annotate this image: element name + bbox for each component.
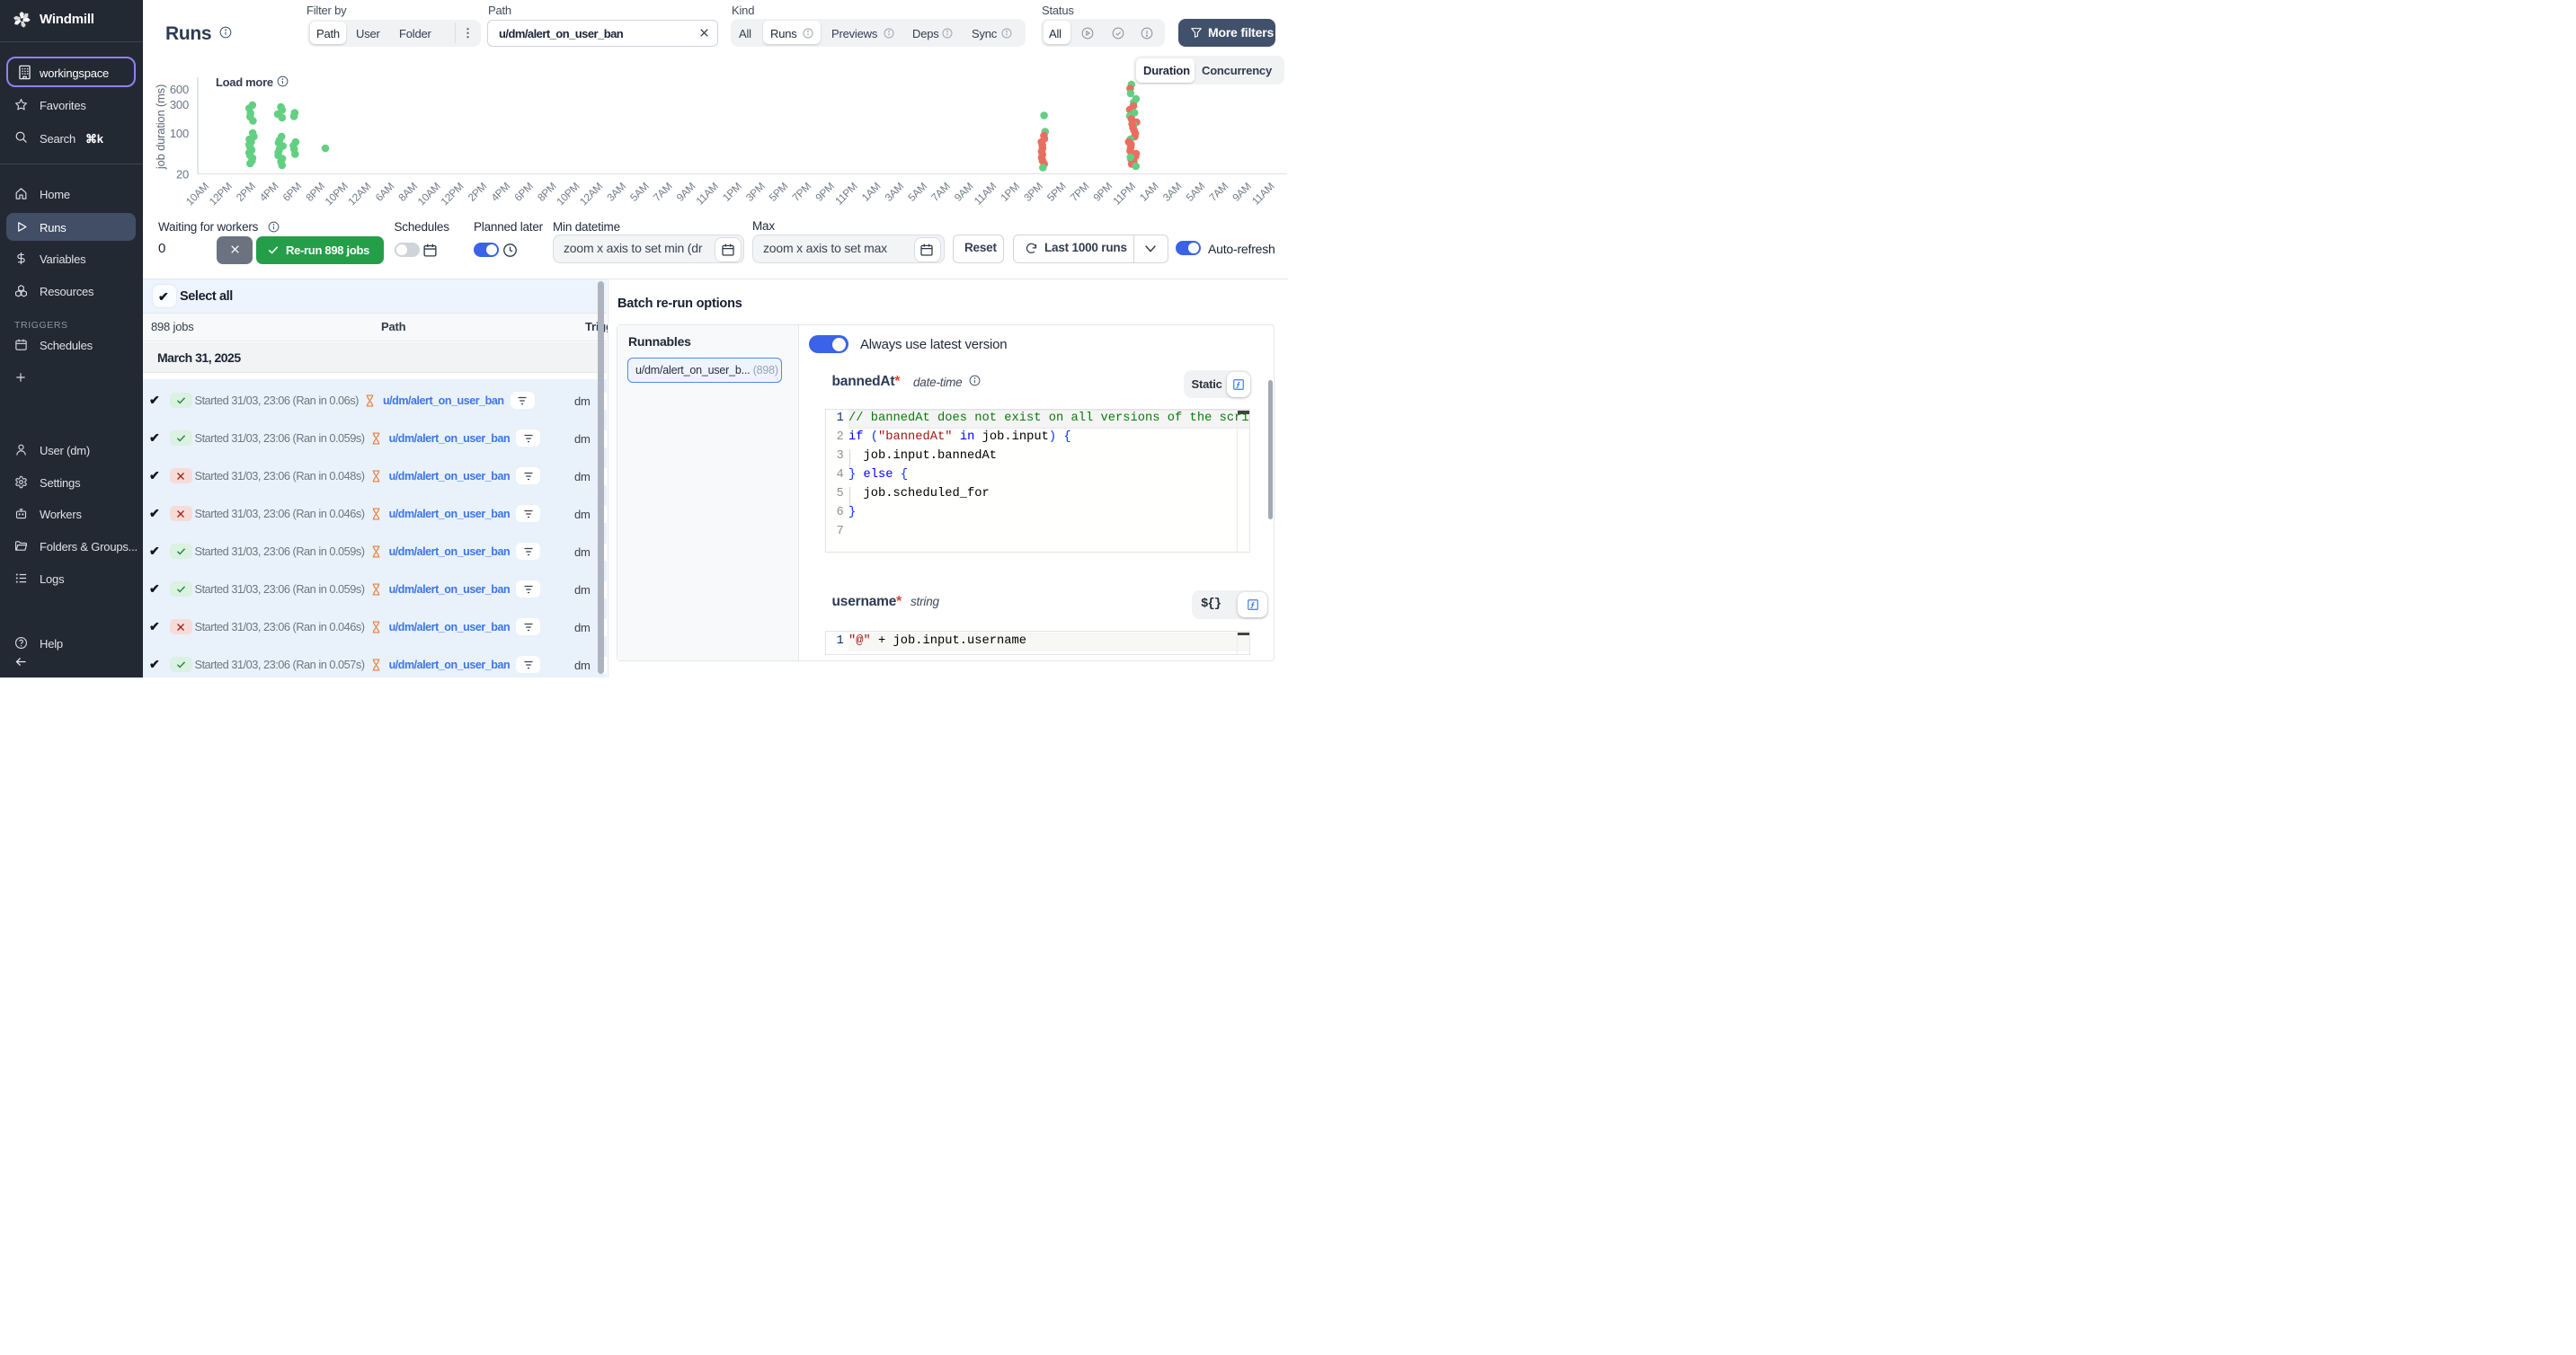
svg-text:5AM: 5AM (627, 180, 652, 204)
svg-text:10AM: 10AM (415, 180, 443, 208)
svg-text:1PM: 1PM (998, 180, 1022, 204)
svg-text:1AM: 1AM (859, 180, 884, 204)
svg-text:11AM: 11AM (1249, 180, 1277, 208)
svg-text:4PM: 4PM (488, 180, 512, 204)
svg-text:1PM: 1PM (720, 180, 744, 204)
svg-text:10PM: 10PM (323, 180, 351, 208)
svg-text:12AM: 12AM (577, 180, 605, 208)
svg-text:11AM: 11AM (972, 180, 999, 208)
svg-text:7AM: 7AM (1206, 180, 1230, 204)
svg-text:11AM: 11AM (694, 180, 722, 208)
svg-text:12AM: 12AM (345, 180, 373, 208)
svg-text:1AM: 1AM (1137, 180, 1161, 204)
svg-text:job duration (ms): job duration (ms) (154, 84, 167, 170)
svg-text:20: 20 (176, 168, 189, 182)
svg-text:2PM: 2PM (466, 180, 490, 204)
svg-text:6AM: 6AM (373, 180, 397, 204)
svg-text:5AM: 5AM (1184, 180, 1208, 204)
svg-text:5PM: 5PM (767, 180, 791, 204)
svg-text:5AM: 5AM (905, 180, 929, 204)
svg-text:10PM: 10PM (554, 180, 582, 208)
svg-text:11PM: 11PM (832, 180, 860, 208)
svg-text:6PM: 6PM (511, 180, 536, 204)
svg-text:5PM: 5PM (1044, 180, 1069, 204)
svg-text:3AM: 3AM (883, 180, 907, 204)
svg-text:12PM: 12PM (438, 180, 466, 208)
svg-text:600: 600 (170, 83, 189, 96)
svg-text:7AM: 7AM (651, 180, 675, 204)
svg-text:7AM: 7AM (928, 180, 953, 204)
svg-text:7PM: 7PM (1068, 180, 1092, 204)
svg-text:100: 100 (170, 127, 189, 140)
svg-text:3AM: 3AM (1160, 180, 1185, 204)
svg-text:6PM: 6PM (280, 180, 305, 204)
svg-text:3PM: 3PM (743, 180, 768, 204)
svg-text:2PM: 2PM (234, 180, 258, 204)
svg-text:10AM: 10AM (183, 180, 211, 208)
svg-text:7PM: 7PM (789, 180, 813, 204)
svg-text:11PM: 11PM (1110, 180, 1138, 208)
svg-text:4PM: 4PM (257, 180, 281, 204)
svg-text:300: 300 (170, 98, 189, 111)
svg-text:3AM: 3AM (604, 180, 628, 204)
svg-text:3PM: 3PM (1021, 180, 1045, 204)
svg-text:12PM: 12PM (207, 180, 235, 208)
